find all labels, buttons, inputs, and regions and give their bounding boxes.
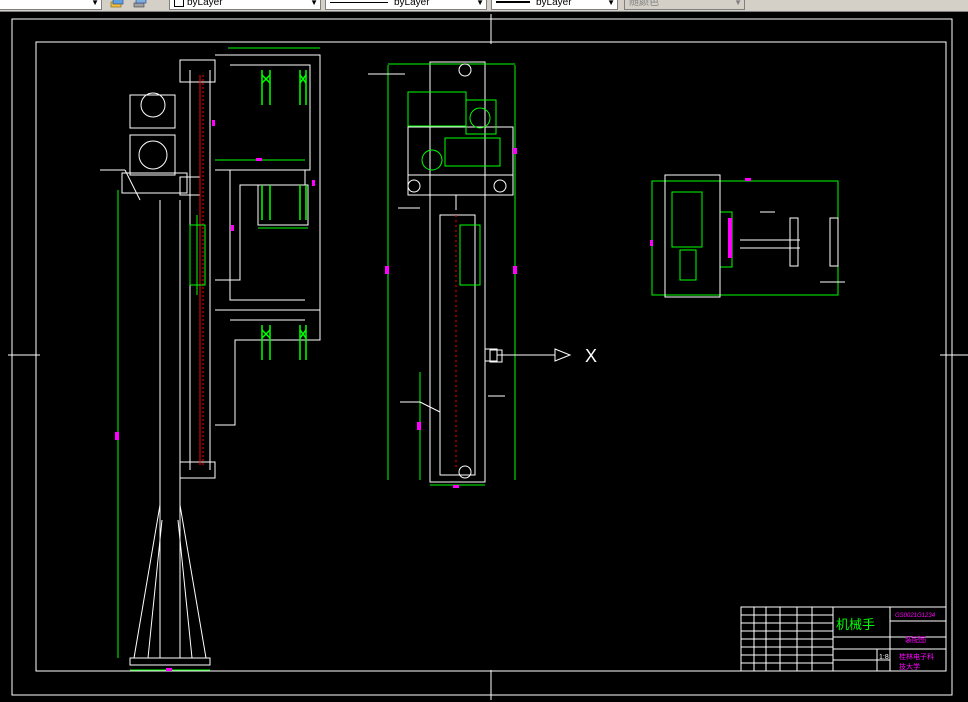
view-direction-arrow: X [497, 346, 597, 366]
lineweight-label: byLayer [536, 0, 572, 8]
front-view [100, 47, 321, 671]
chevron-down-icon: ▼ [607, 0, 615, 7]
layer-dropdown[interactable]: ▼ [0, 0, 102, 10]
drawing-code: GS0021G1234 [895, 613, 936, 619]
chevron-down-icon: ▼ [310, 0, 318, 7]
drawing-frame [11, 18, 953, 696]
linetype-sample [330, 1, 388, 3]
color-control[interactable]: byLayer ▼ [169, 0, 321, 10]
chevron-down-icon: ▼ [734, 0, 742, 7]
school-name: 技大学 [899, 662, 920, 671]
chevron-down-icon: ▼ [91, 0, 99, 7]
plotstyle-control[interactable]: 随颜色 ▼ [624, 0, 745, 10]
color-label: byLayer [187, 0, 223, 8]
side-view: X [368, 61, 597, 488]
linetype-label: byLayer [394, 0, 430, 8]
top-view [650, 174, 845, 298]
view-label: X [585, 346, 597, 366]
model-space-canvas[interactable]: X 机械手 GS0021G1234 装配图 桂林电子科 技大学 1:8 [0, 12, 968, 702]
properties-toolbar: ▼ byLayer ▼ byLayer ▼ byLayer ▼ 随颜色 ▼ [0, 0, 968, 12]
drawing-material: 装配图 [905, 635, 926, 644]
drawing-scale: 1:8 [879, 654, 889, 661]
linetype-control[interactable]: byLayer ▼ [325, 0, 487, 10]
lineweight-control[interactable]: byLayer ▼ [491, 0, 618, 10]
lineweight-sample [496, 1, 530, 4]
layer-manager-icon[interactable] [110, 0, 124, 9]
color-swatch [174, 0, 184, 8]
drawing-name: 机械手 [836, 617, 875, 632]
layer-previous-icon[interactable] [133, 0, 147, 9]
plotstyle-label: 随颜色 [629, 0, 659, 8]
chevron-down-icon: ▼ [476, 0, 484, 7]
title-block: 机械手 GS0021G1234 装配图 桂林电子科 技大学 1:8 [740, 606, 947, 672]
company-name: 桂林电子科 [899, 652, 934, 661]
